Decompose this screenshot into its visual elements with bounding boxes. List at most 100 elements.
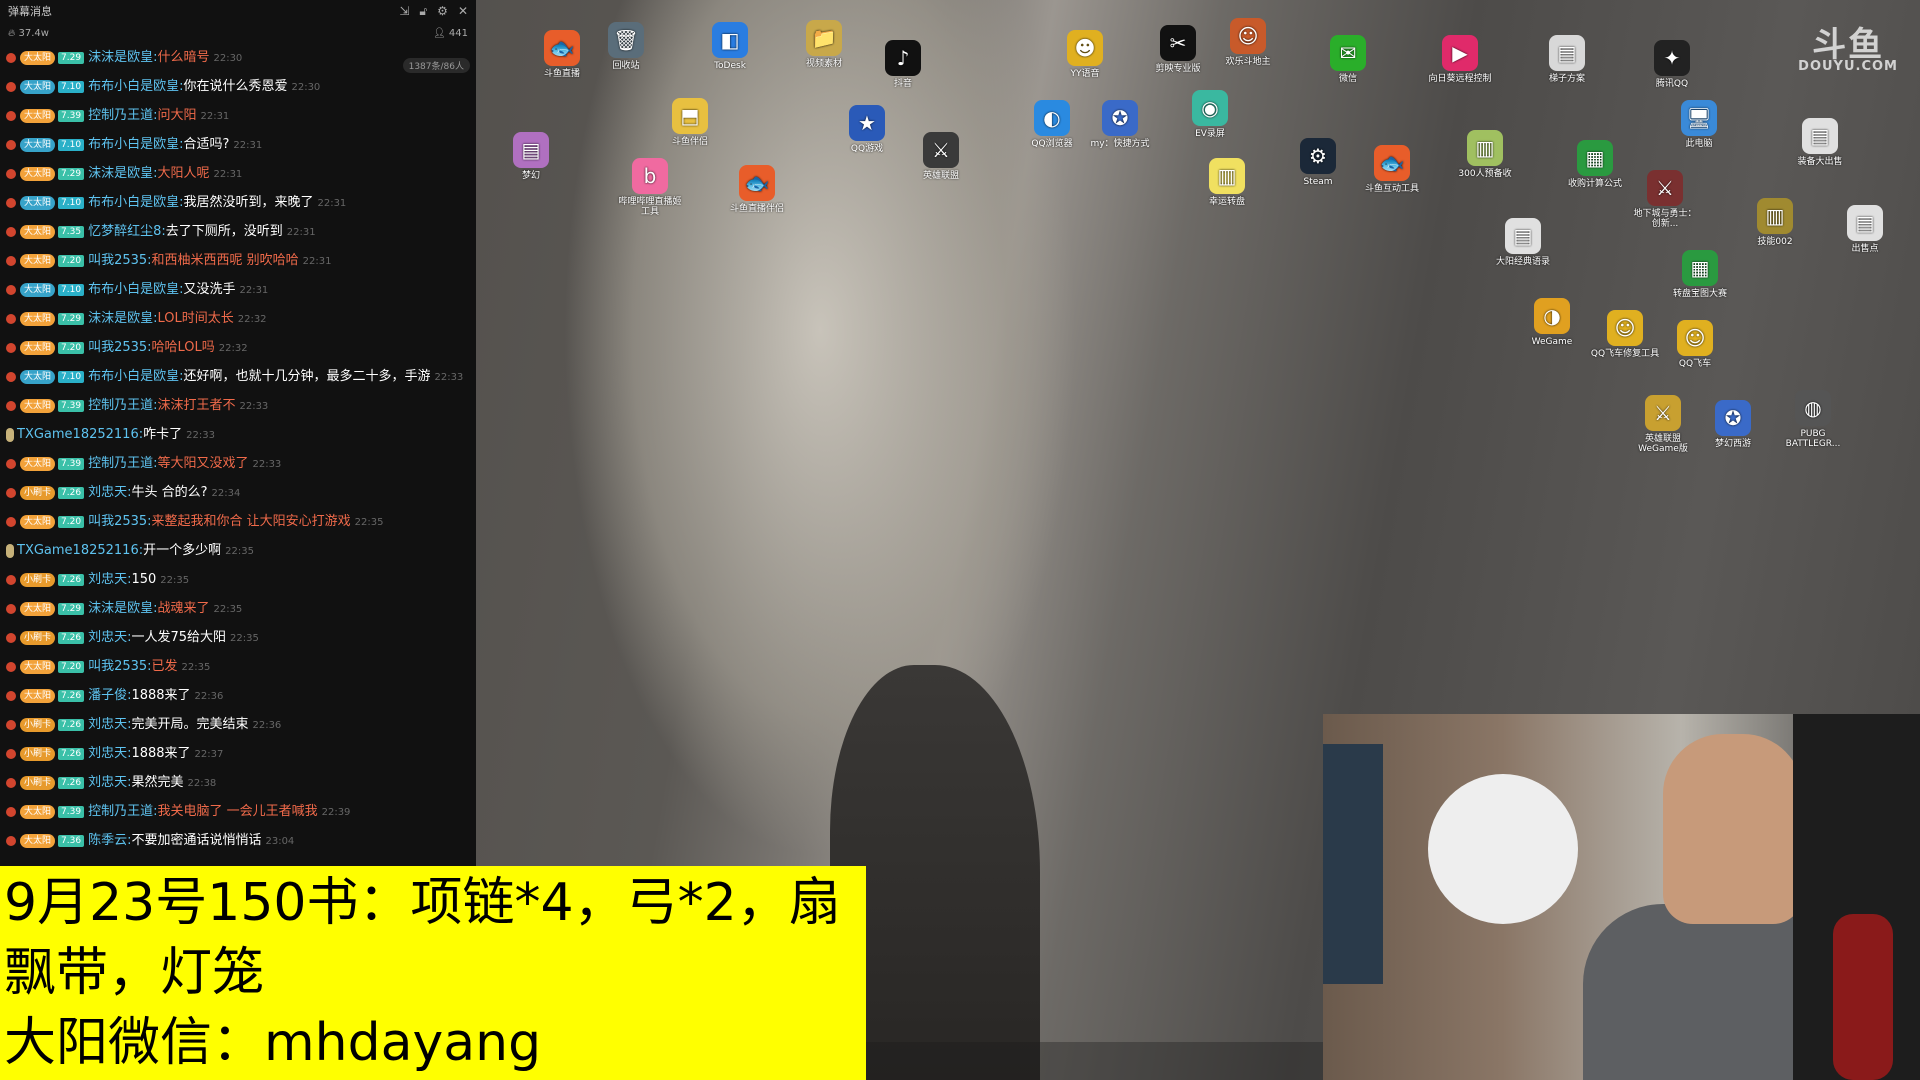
desktop-icon[interactable]: ✪ 梦幻西游	[1698, 400, 1768, 449]
chat-username[interactable]: 叫我2535:	[88, 514, 151, 529]
level-badge: 7.39	[58, 805, 85, 818]
chat-message: 大太阳 7.10 布布小白是欧皇:我居然没听到，来晚了 22:31	[6, 193, 470, 214]
fan-badge: 大太阳	[20, 137, 56, 152]
fan-badge: 大太阳	[20, 398, 56, 413]
desktop-icon[interactable]: ⚔ 英雄联盟WeGame版	[1628, 395, 1698, 454]
desktop-icon[interactable]: ▥ 300人预备收	[1450, 130, 1520, 179]
chat-username[interactable]: 布布小白是欧皇:	[88, 282, 183, 297]
close-icon[interactable]: ✕	[458, 4, 468, 19]
chat-username[interactable]: 叫我2535:	[88, 253, 151, 268]
desktop-icon[interactable]: b 哔哩哔哩直播姬工具	[615, 158, 685, 217]
desktop-icon[interactable]: ⚔ 地下城与勇士：创新...	[1630, 170, 1700, 229]
chat-username[interactable]: 控制乃王道:	[88, 456, 157, 471]
desktop-icon[interactable]: ▶ 向日葵远程控制	[1425, 35, 1495, 84]
desktop-icon[interactable]: ▦ 收购计算公式	[1560, 140, 1630, 189]
chat-username[interactable]: 控制乃王道:	[88, 804, 157, 819]
desktop-icon[interactable]: ◉ EV录屏	[1175, 90, 1245, 139]
chat-username[interactable]: 刘忠天:	[88, 717, 131, 732]
webcam-person-head	[1663, 734, 1803, 924]
chat-username[interactable]: 潘子俊:	[88, 688, 131, 703]
desktop-icon[interactable]: ✉ 微信	[1313, 35, 1383, 84]
level-badge: 7.35	[58, 225, 85, 238]
desktop-icon[interactable]: ▤ 出售点	[1830, 205, 1900, 254]
fan-badge: 大太阳	[20, 253, 56, 268]
app-icon: 🐟	[739, 165, 775, 201]
noble-icon	[6, 400, 16, 411]
desktop-icon[interactable]: ✂ 剪映专业版	[1143, 25, 1213, 74]
level-badge: 7.26	[58, 689, 85, 702]
fan-badge: 大太阳	[20, 340, 56, 355]
chat-message: 小刷卡 7.26 刘忠天:果然完美 22:38	[6, 773, 470, 794]
chat-message: 大太阳 7.39 控制乃王道:沫沫打王者不 22:33	[6, 396, 470, 417]
app-icon: ⬒	[672, 98, 708, 134]
desktop-icon[interactable]: ★ QQ游戏	[832, 105, 902, 154]
chat-username[interactable]: 刘忠天:	[88, 775, 131, 790]
desktop-icon[interactable]: 🐟 斗鱼直播	[527, 30, 597, 79]
collapse-icon[interactable]: ⇲	[399, 4, 409, 19]
chat-time: 22:32	[237, 314, 267, 325]
chat-username[interactable]: 沫沫是欧皇:	[88, 50, 157, 65]
app-icon: ☺	[1230, 18, 1266, 54]
desktop-icon[interactable]: ☺ QQ飞车	[1660, 320, 1730, 369]
chat-message: 大太阳 7.36 陈季云:不要加密通话说悄悄话 23:04	[6, 831, 470, 852]
desktop-icon[interactable]: ✦ 腾讯QQ	[1637, 40, 1707, 89]
desktop-icon[interactable]: ◑ WeGame	[1517, 298, 1587, 347]
chat-username[interactable]: 沫沫是欧皇:	[88, 166, 157, 181]
app-icon: ◐	[1034, 100, 1070, 136]
desktop-icon-label: QQ游戏	[850, 144, 884, 154]
desktop-icon[interactable]: 🐟 斗鱼直播伴侣	[722, 165, 792, 214]
chat-username[interactable]: 布布小白是欧皇:	[88, 79, 183, 94]
chat-username[interactable]: 控制乃王道:	[88, 398, 157, 413]
desktop-icon[interactable]: ⚔ 英雄联盟	[906, 132, 976, 181]
desktop-icon[interactable]: ☺ 欢乐斗地主	[1213, 18, 1283, 67]
desktop-icon[interactable]: ◧ ToDesk	[695, 22, 765, 71]
chat-username[interactable]: TXGame18252116:	[17, 427, 143, 442]
settings-icon[interactable]: ⚙	[437, 4, 448, 19]
chat-username[interactable]: 沫沫是欧皇:	[88, 601, 157, 616]
desktop-icon[interactable]: ▤ 大阳经典语录	[1488, 218, 1558, 267]
chat-username[interactable]: 叫我2535:	[88, 659, 151, 674]
desktop-icon[interactable]: ◐ QQ浏览器	[1017, 100, 1087, 149]
chat-message: 小刷卡 7.26 刘忠天:一人发75给大阳 22:35	[6, 628, 470, 649]
desktop-icon[interactable]: 🖥 此电脑	[1664, 100, 1734, 149]
app-icon: 🗑	[608, 22, 644, 58]
desktop-icon[interactable]: ☻ YY语音	[1050, 30, 1120, 79]
chat-username[interactable]: 刘忠天:	[88, 746, 131, 761]
desktop-icon[interactable]: ▤ 装备大出售	[1785, 118, 1855, 167]
desktop-icon[interactable]: ▥ 幸运转盘	[1192, 158, 1262, 207]
chat-username[interactable]: 沫沫是欧皇:	[88, 311, 157, 326]
desktop-icon[interactable]: 📁 视频素材	[789, 20, 859, 69]
app-icon: ▦	[1682, 250, 1718, 286]
chat-username[interactable]: 陈季云:	[88, 833, 131, 848]
chat-username[interactable]: 叫我2535:	[88, 340, 151, 355]
chat-time: 22:31	[233, 140, 263, 151]
fan-badge: 大太阳	[20, 601, 56, 616]
chat-username[interactable]: TXGame18252116:	[17, 543, 143, 558]
desktop-icon[interactable]: 🐟 斗鱼互动工具	[1357, 145, 1427, 194]
lock-icon[interactable]: 🔓︎	[419, 4, 427, 19]
chat-username[interactable]: 刘忠天:	[88, 630, 131, 645]
desktop-icon[interactable]: ☺ QQ飞车修复工具	[1590, 310, 1660, 359]
chat-username[interactable]: 布布小白是欧皇:	[88, 195, 183, 210]
chat-username[interactable]: 刘忠天:	[88, 572, 131, 587]
chat-text: 去了下厕所，没听到	[165, 224, 283, 239]
chat-username[interactable]: 刘忠天:	[88, 485, 131, 500]
chat-time: 22:31	[239, 285, 269, 296]
desktop-icon[interactable]: ⚙ Steam	[1283, 138, 1353, 187]
desktop-icon[interactable]: ▥ 技能002	[1740, 198, 1810, 247]
chat-time: 22:30	[213, 53, 243, 64]
desktop-icon[interactable]: ⬒ 斗鱼伴侣	[655, 98, 725, 147]
desktop-icon[interactable]: ▤ 梯子方案	[1532, 35, 1602, 84]
chat-username[interactable]: 布布小白是欧皇:	[88, 369, 183, 384]
desktop-icon[interactable]: ✪ my：快捷方式	[1085, 100, 1155, 149]
desktop-icon[interactable]: ◍ PUBG BATTLEGR...	[1778, 390, 1848, 449]
chat-username[interactable]: 控制乃王道:	[88, 108, 157, 123]
desktop-icon-label: 此电脑	[1685, 139, 1713, 149]
desktop-icon[interactable]: ▤ 梦幻	[496, 132, 566, 181]
chat-username[interactable]: 布布小白是欧皇:	[88, 137, 183, 152]
desktop-icon[interactable]: ♪ 抖音	[868, 40, 938, 89]
desktop-icon[interactable]: 🗑 回收站	[591, 22, 661, 71]
danmaku-chat-panel: 弹幕消息 ⇲ 🔓︎ ⚙ ✕ 🔥︎ 37.4w 👤︎ 441 1387条/86人 …	[0, 0, 476, 866]
chat-username[interactable]: 忆梦醉红尘8:	[88, 224, 166, 239]
desktop-icon[interactable]: ▦ 转盘宝图大赛	[1665, 250, 1735, 299]
